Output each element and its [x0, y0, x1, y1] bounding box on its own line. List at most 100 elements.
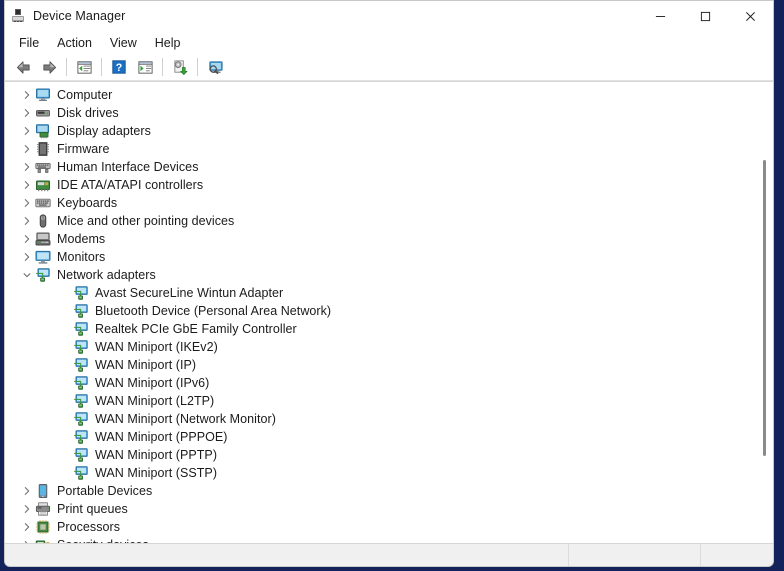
properties-button[interactable]: [71, 55, 97, 79]
tree-row[interactable]: Processors: [5, 518, 773, 536]
network-adapter-icon: [73, 321, 89, 337]
tree-indent-spacer: [57, 464, 73, 482]
tree-row[interactable]: Disk drives: [5, 104, 773, 122]
menu-view[interactable]: View: [102, 34, 145, 52]
network-adapter-icon: [73, 447, 89, 463]
tree-row[interactable]: Monitors: [5, 248, 773, 266]
tree-row[interactable]: Modems: [5, 230, 773, 248]
tree-item-label: Portable Devices: [57, 484, 152, 498]
minimize-button[interactable]: [638, 1, 683, 31]
network-adapter-icon: [73, 429, 89, 445]
chevron-right-icon[interactable]: [19, 122, 35, 140]
tree-row[interactable]: WAN Miniport (PPPOE): [5, 428, 773, 446]
toolbar-separator: [197, 58, 198, 76]
tree-item-label: Print queues: [57, 502, 128, 516]
tree-row[interactable]: Print queues: [5, 500, 773, 518]
chevron-right-icon[interactable]: [19, 104, 35, 122]
tree-row[interactable]: Keyboards: [5, 194, 773, 212]
show-hide-console-tree-button[interactable]: [132, 55, 158, 79]
tree-item-label: Human Interface Devices: [57, 160, 199, 174]
chevron-right-icon[interactable]: [19, 482, 35, 500]
tree-item-label: Monitors: [57, 250, 105, 264]
modem-icon: [35, 231, 51, 247]
tree-row[interactable]: Bluetooth Device (Personal Area Network): [5, 302, 773, 320]
tree-row[interactable]: WAN Miniport (SSTP): [5, 464, 773, 482]
tree-item-label: Display adapters: [57, 124, 151, 138]
tree-row[interactable]: Portable Devices: [5, 482, 773, 500]
device-manager-icon: [10, 8, 26, 24]
tree-item-label: Security devices: [57, 538, 149, 543]
tree-row[interactable]: Realtek PCIe GbE Family Controller: [5, 320, 773, 338]
tree-row[interactable]: Avast SecureLine Wintun Adapter: [5, 284, 773, 302]
scan-for-hardware-changes-button[interactable]: [202, 55, 228, 79]
disk-drive-icon: [35, 105, 51, 121]
tree-indent-spacer: [57, 338, 73, 356]
chevron-right-icon[interactable]: [19, 212, 35, 230]
chevron-right-icon[interactable]: [19, 248, 35, 266]
tree-indent-spacer: [57, 410, 73, 428]
tree-item-label: Modems: [57, 232, 105, 246]
network-adapter-icon: [73, 411, 89, 427]
toolbar: ?: [5, 54, 773, 81]
chevron-right-icon[interactable]: [19, 140, 35, 158]
tree-item-label: Firmware: [57, 142, 109, 156]
network-adapter-icon: [35, 267, 51, 283]
tree-row[interactable]: Computer: [5, 86, 773, 104]
maximize-button[interactable]: [683, 1, 728, 31]
window-controls: [638, 1, 773, 31]
tree-row[interactable]: IDE ATA/ATAPI controllers: [5, 176, 773, 194]
tree-row[interactable]: Mice and other pointing devices: [5, 212, 773, 230]
tree-item-label: WAN Miniport (PPPOE): [95, 430, 228, 444]
tree-row[interactable]: Firmware: [5, 140, 773, 158]
chevron-right-icon[interactable]: [19, 86, 35, 104]
tree-row[interactable]: Display adapters: [5, 122, 773, 140]
tree-item-label: Processors: [57, 520, 120, 534]
update-driver-button[interactable]: [167, 55, 193, 79]
device-manager-window: Device Manager File Action View Help: [4, 0, 774, 567]
monitor-icon: [35, 249, 51, 265]
chevron-right-icon[interactable]: [19, 158, 35, 176]
chevron-right-icon[interactable]: [19, 536, 35, 543]
tree-item-label: WAN Miniport (IP): [95, 358, 196, 372]
vertical-scrollbar-thumb[interactable]: [763, 160, 766, 456]
tree-row[interactable]: WAN Miniport (IKEv2): [5, 338, 773, 356]
tree-row[interactable]: WAN Miniport (L2TP): [5, 392, 773, 410]
network-adapter-icon: [73, 285, 89, 301]
close-button[interactable]: [728, 1, 773, 31]
ide-controller-icon: [35, 177, 51, 193]
chevron-right-icon[interactable]: [19, 194, 35, 212]
menu-action[interactable]: Action: [49, 34, 100, 52]
chevron-down-icon[interactable]: [19, 266, 35, 284]
tree-row[interactable]: Security devices: [5, 536, 773, 543]
chevron-right-icon[interactable]: [19, 230, 35, 248]
toolbar-separator: [162, 58, 163, 76]
window-title: Device Manager: [33, 9, 125, 23]
tree-indent-spacer: [57, 284, 73, 302]
menu-help[interactable]: Help: [147, 34, 189, 52]
tree-item-label: Avast SecureLine Wintun Adapter: [95, 286, 283, 300]
tree-row[interactable]: Network adapters: [5, 266, 773, 284]
chevron-right-icon[interactable]: [19, 518, 35, 536]
status-bar-main: [5, 544, 569, 566]
tree-row[interactable]: WAN Miniport (PPTP): [5, 446, 773, 464]
chevron-right-icon[interactable]: [19, 500, 35, 518]
chevron-right-icon[interactable]: [19, 176, 35, 194]
network-adapter-icon: [73, 303, 89, 319]
device-tree: Computer Disk drives Display adapters Firmw…: [5, 82, 773, 543]
display-adapter-icon: [35, 123, 51, 139]
back-button[interactable]: [10, 55, 36, 79]
vertical-scrollbar[interactable]: [759, 82, 770, 543]
tree-row[interactable]: Human Interface Devices: [5, 158, 773, 176]
tree-item-label: IDE ATA/ATAPI controllers: [57, 178, 203, 192]
tree-row[interactable]: WAN Miniport (IPv6): [5, 374, 773, 392]
tree-item-label: Disk drives: [57, 106, 119, 120]
network-adapter-icon: [73, 393, 89, 409]
tree-indent-spacer: [57, 446, 73, 464]
tree-item-label: WAN Miniport (IKEv2): [95, 340, 218, 354]
tree-row[interactable]: WAN Miniport (IP): [5, 356, 773, 374]
menu-file[interactable]: File: [11, 34, 47, 52]
help-button[interactable]: ?: [106, 55, 132, 79]
forward-button[interactable]: [36, 55, 62, 79]
tree-row[interactable]: WAN Miniport (Network Monitor): [5, 410, 773, 428]
firmware-chip-icon: [35, 141, 51, 157]
